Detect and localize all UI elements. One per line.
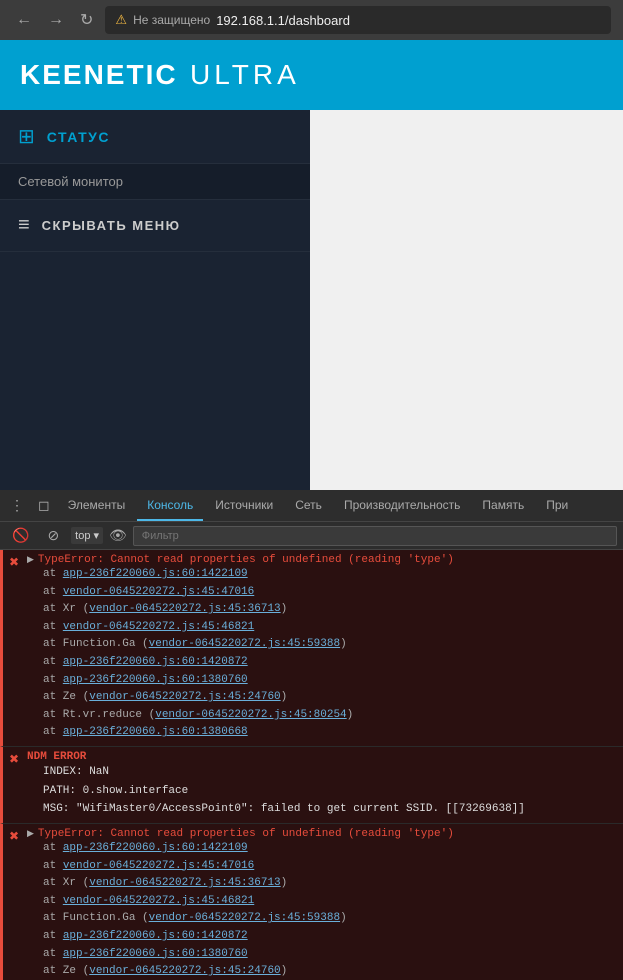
tab-more[interactable]: При	[536, 490, 578, 521]
stack-line: at app-236f220060.js:60:1422109	[27, 840, 617, 858]
sidebar-item-status[interactable]: ⊞ СТАТУС	[0, 110, 310, 164]
level-filter-select[interactable]: top ▾	[71, 527, 103, 544]
stack-line: at app-236f220060.js:60:1380760	[27, 946, 617, 964]
stack-link[interactable]: vendor-0645220272.js:45:46821	[63, 895, 254, 907]
stack-link[interactable]: vendor-0645220272.js:45:80254	[155, 709, 346, 721]
devtools-dock-button[interactable]: ⋮	[4, 493, 30, 518]
devtools-inspect-button[interactable]: ◻	[32, 493, 56, 518]
back-button[interactable]: ←	[12, 7, 36, 33]
stack-link[interactable]: vendor-0645220272.js:45:47016	[63, 860, 254, 872]
dropdown-arrow-icon: ▾	[93, 529, 99, 542]
ndm-content-1: INDEX: NaN PATH: 0.show.interface MSG: "…	[27, 763, 617, 819]
devtools-tabs: ⋮ ◻ Элементы Консоль Источники Сеть Прои…	[0, 490, 623, 522]
error-message-1: TypeError: Cannot read properties of und…	[38, 554, 454, 566]
warning-icon: ⚠	[115, 12, 127, 28]
ndm-path-line: PATH: 0.show.interface	[43, 782, 617, 801]
clear-console-button[interactable]: 🚫	[6, 523, 35, 548]
console-output: ✖ ▶ TypeError: Cannot read properties of…	[0, 550, 623, 980]
tab-console[interactable]: Консоль	[137, 490, 203, 521]
address-bar[interactable]: ⚠ Не защищено 192.168.1.1/dashboard	[105, 6, 611, 34]
tab-sources[interactable]: Источники	[205, 490, 283, 521]
stack-line: at vendor-0645220272.js:45:46821	[27, 893, 617, 911]
app-body: ⊞ СТАТУС Сетевой монитор ≡ СКРЫВАТЬ МЕНЮ	[0, 110, 623, 490]
stack-line: at Function.Ga (vendor-0645220272.js:45:…	[27, 910, 617, 928]
stack-line: at Xr (vendor-0645220272.js:45:36713)	[27, 601, 617, 619]
console-entry-error-1: ✖ ▶ TypeError: Cannot read properties of…	[0, 550, 623, 747]
stack-link[interactable]: vendor-0645220272.js:45:24760	[89, 691, 280, 703]
ndm-msg-line: MSG: "WifiMaster0/AccessPoint0": failed …	[43, 800, 617, 819]
stack-line: at app-236f220060.js:60:1380668	[27, 724, 617, 742]
stack-line: at Xr (vendor-0645220272.js:45:36713)	[27, 875, 617, 893]
menu-toggle-icon: ≡	[18, 214, 30, 237]
error-icon-1: ✖	[9, 555, 19, 570]
console-filter-input[interactable]	[133, 526, 617, 546]
error-title-2[interactable]: ▶ TypeError: Cannot read properties of u…	[27, 828, 617, 840]
expand-triangle-1: ▶	[27, 555, 34, 565]
stack-line: at vendor-0645220272.js:45:46821	[27, 619, 617, 637]
stack-link[interactable]: app-236f220060.js:60:1420872	[63, 930, 248, 942]
eye-button[interactable]: 👁	[109, 527, 127, 544]
stack-link[interactable]: app-236f220060.js:60:1380760	[63, 674, 248, 686]
stack-link[interactable]: app-236f220060.js:60:1422109	[63, 568, 248, 580]
app-header: KEENETIC ULTRA	[0, 40, 623, 110]
stack-link[interactable]: vendor-0645220272.js:45:59388	[149, 912, 340, 924]
main-content	[310, 110, 623, 490]
tab-elements[interactable]: Элементы	[58, 490, 136, 521]
expand-triangle-2: ▶	[27, 829, 34, 839]
stack-line: at vendor-0645220272.js:45:47016	[27, 584, 617, 602]
not-secure-label: Не защищено	[133, 13, 210, 27]
stack-link[interactable]: vendor-0645220272.js:45:24760	[89, 965, 280, 977]
stack-line: at vendor-0645220272.js:45:47016	[27, 858, 617, 876]
menu-toggle-label: СКРЫВАТЬ МЕНЮ	[42, 218, 181, 233]
ndm-title-1: NDM ERROR	[27, 751, 617, 763]
console-entry-error-2: ✖ ▶ TypeError: Cannot read properties of…	[0, 824, 623, 980]
stack-line: at app-236f220060.js:60:1420872	[27, 654, 617, 672]
app-logo: KEENETIC ULTRA	[20, 59, 300, 91]
sidebar-menu-toggle[interactable]: ≡ СКРЫВАТЬ МЕНЮ	[0, 199, 310, 252]
status-label: СТАТУС	[47, 129, 110, 145]
devtools-toolbar: 🚫 ⊘ top ▾ 👁	[0, 522, 623, 550]
filter-toggle-button[interactable]: ⊘	[41, 523, 65, 548]
error-icon-3: ✖	[9, 829, 19, 844]
stack-link[interactable]: app-236f220060.js:60:1380668	[63, 726, 248, 738]
sidebar-submenu-monitor[interactable]: Сетевой монитор	[0, 164, 310, 199]
stack-link[interactable]: app-236f220060.js:60:1420872	[63, 656, 248, 668]
stack-link[interactable]: vendor-0645220272.js:45:46821	[63, 621, 254, 633]
tab-memory[interactable]: Память	[472, 490, 534, 521]
stack-link[interactable]: vendor-0645220272.js:45:36713	[89, 877, 280, 889]
ndm-index-line: INDEX: NaN	[43, 763, 617, 782]
logo-ultra: ULTRA	[190, 59, 300, 91]
stack-line: at app-236f220060.js:60:1420872	[27, 928, 617, 946]
stack-line: at Ze (vendor-0645220272.js:45:24760)	[27, 689, 617, 707]
error-message-2: TypeError: Cannot read properties of und…	[38, 828, 454, 840]
tab-network[interactable]: Сеть	[285, 490, 332, 521]
error-title-1[interactable]: ▶ TypeError: Cannot read properties of u…	[27, 554, 617, 566]
stack-line: at app-236f220060.js:60:1422109	[27, 566, 617, 584]
stack-link[interactable]: app-236f220060.js:60:1422109	[63, 842, 248, 854]
browser-chrome: ← → ↻ ⚠ Не защищено 192.168.1.1/dashboar…	[0, 0, 623, 40]
stack-line: at Ze (vendor-0645220272.js:45:24760)	[27, 963, 617, 980]
sidebar: ⊞ СТАТУС Сетевой монитор ≡ СКРЫВАТЬ МЕНЮ	[0, 110, 310, 490]
console-entry-ndm-1: ✖ NDM ERROR INDEX: NaN PATH: 0.show.inte…	[0, 747, 623, 824]
stack-line: at app-236f220060.js:60:1380760	[27, 672, 617, 690]
stack-line: at Function.Ga (vendor-0645220272.js:45:…	[27, 636, 617, 654]
url-display: 192.168.1.1/dashboard	[216, 13, 350, 28]
error-icon-2: ✖	[9, 752, 19, 767]
stack-link[interactable]: app-236f220060.js:60:1380760	[63, 948, 248, 960]
devtools-panel: ⋮ ◻ Элементы Консоль Источники Сеть Прои…	[0, 490, 623, 980]
tab-performance[interactable]: Производительность	[334, 490, 470, 521]
logo-keenetic: KEENETIC	[20, 59, 178, 91]
forward-button[interactable]: →	[44, 7, 68, 33]
stack-line: at Rt.vr.reduce (vendor-0645220272.js:45…	[27, 707, 617, 725]
stack-link[interactable]: vendor-0645220272.js:45:36713	[89, 603, 280, 615]
stack-link[interactable]: vendor-0645220272.js:45:59388	[149, 638, 340, 650]
stack-link[interactable]: vendor-0645220272.js:45:47016	[63, 586, 254, 598]
level-filter-value: top	[75, 530, 90, 542]
status-icon: ⊞	[18, 124, 35, 149]
refresh-button[interactable]: ↻	[76, 6, 97, 34]
